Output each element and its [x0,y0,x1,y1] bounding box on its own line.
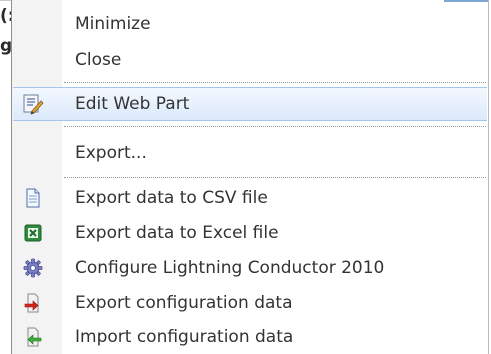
menu-item-label: Import configuration data [75,327,294,347]
menu-item-configure-lightning-conductor[interactable]: Configure Lightning Conductor 2010 [13,251,487,285]
menu-item-label: Configure Lightning Conductor 2010 [75,258,385,278]
menu-item-label: Export... [75,143,147,163]
export-arrow-icon [22,292,44,314]
menu-item-export-excel[interactable]: Export data to Excel file [13,216,487,250]
menu-item-label: Export configuration data [75,293,293,313]
menu-item-close[interactable]: Close [13,43,487,77]
menu-item-import-configuration[interactable]: Import configuration data [13,320,487,354]
menu-item-label: Export data to CSV file [75,188,268,208]
csv-document-icon [22,187,44,209]
excel-icon [22,222,44,244]
menu-separator [64,177,486,178]
menu-item-label: Minimize [75,14,151,34]
menu-separator [64,82,486,83]
menu-separator [64,126,486,127]
menu-item-label: Export data to Excel file [75,223,279,243]
menu-item-edit-web-part[interactable]: Edit Web Part [13,87,487,121]
menu-item-export-configuration[interactable]: Export configuration data [13,286,487,320]
edit-web-part-icon [22,93,44,115]
menu-item-minimize[interactable]: Minimize [13,7,487,41]
menu-item-label: Edit Web Part [75,94,190,114]
import-arrow-icon [22,326,44,348]
menu-top-border [444,0,488,2]
menu-item-export[interactable]: Export... [13,136,487,170]
menu-item-label: Close [75,50,122,70]
web-part-menu: Minimize Close Edit Web Part Export... E… [11,0,489,354]
menu-item-export-csv[interactable]: Export data to CSV file [13,181,487,215]
gear-icon [22,257,44,279]
